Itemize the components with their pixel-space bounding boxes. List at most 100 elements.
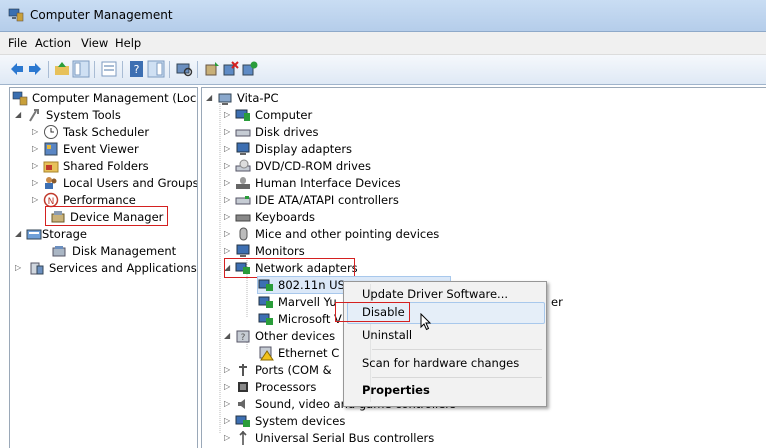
- expand-arrow-icon[interactable]: ▷: [224, 399, 232, 408]
- expand-arrow-icon[interactable]: ▷: [32, 195, 40, 204]
- tree-label: Marvell Yu: [278, 295, 337, 309]
- uninstall-icon[interactable]: [222, 60, 240, 78]
- services-icon: [30, 262, 44, 275]
- event-viewer-icon: [44, 142, 58, 156]
- menu-file[interactable]: File: [8, 36, 27, 50]
- mouse-icon: [239, 227, 248, 241]
- tree-label: Local Users and Groups: [63, 176, 198, 190]
- tree-label: Processors: [255, 380, 317, 394]
- expand-arrow-icon[interactable]: ▷: [224, 178, 232, 187]
- tree-label: Computer Management (Local: [32, 91, 198, 105]
- tree-label: Disk Management: [72, 244, 177, 258]
- tree-label: System Tools: [46, 108, 121, 122]
- system-tools-icon: [29, 109, 39, 122]
- collapse-arrow-icon[interactable]: ◢: [206, 93, 214, 102]
- up-icon[interactable]: [53, 60, 71, 78]
- tree-label: Task Scheduler: [63, 125, 150, 139]
- enable-icon[interactable]: [241, 60, 259, 78]
- collapse-arrow-icon[interactable]: ◢: [15, 229, 23, 238]
- computer-icon: [235, 109, 250, 121]
- window-title: Computer Management: [30, 8, 173, 22]
- expand-arrow-icon[interactable]: ▷: [224, 246, 232, 255]
- ide-controller-icon: [235, 196, 251, 205]
- expand-arrow-icon[interactable]: ▷: [15, 263, 23, 272]
- system-device-icon: [235, 415, 250, 427]
- tree-label: Monitors: [255, 244, 305, 258]
- dvd-drive-icon: [235, 159, 251, 172]
- context-menu: Update Driver Software... Disable Uninst…: [343, 281, 547, 407]
- expand-arrow-icon[interactable]: ▷: [224, 195, 232, 204]
- collapse-arrow-icon[interactable]: ◢: [15, 110, 23, 119]
- expand-arrow-icon[interactable]: ▷: [224, 212, 232, 221]
- expand-arrow-icon[interactable]: ▷: [224, 229, 232, 238]
- expand-arrow-icon[interactable]: ▷: [32, 144, 40, 153]
- network-adapter-icon: [258, 279, 273, 291]
- network-adapter-icon: [258, 296, 273, 308]
- computer-icon: [218, 93, 232, 105]
- tree-label: Microsoft V: [278, 312, 342, 326]
- storage-icon: [26, 229, 42, 240]
- show-hide-tree-icon[interactable]: [72, 60, 90, 78]
- show-hide-action-pane-icon[interactable]: [147, 60, 165, 78]
- toolbar: ?: [0, 55, 766, 85]
- title-bar: Computer Management: [0, 0, 766, 32]
- tree-label: Vita-PC: [237, 91, 279, 105]
- menu-view[interactable]: View: [81, 36, 108, 50]
- tree-label: Ports (COM &: [255, 363, 332, 377]
- tree-label: Human Interface Devices: [255, 176, 401, 190]
- expand-arrow-icon[interactable]: ▷: [32, 161, 40, 170]
- tree-label: Event Viewer: [63, 142, 139, 156]
- expand-arrow-icon[interactable]: ▷: [224, 365, 232, 374]
- speaker-icon: [238, 399, 245, 409]
- back-icon[interactable]: [8, 60, 26, 78]
- clock-icon: [44, 125, 58, 139]
- svg-text:?: ?: [134, 63, 140, 76]
- tree-label: Mice and other pointing devices: [255, 227, 440, 241]
- tree-label: Ethernet C: [278, 346, 340, 360]
- port-icon: [239, 364, 247, 376]
- tree-label: Services and Applications: [49, 261, 197, 275]
- menu-help[interactable]: Help: [115, 36, 141, 50]
- keyboard-icon: [235, 214, 251, 222]
- expand-arrow-icon[interactable]: ▷: [224, 416, 232, 425]
- tree-label-tail: er: [551, 295, 563, 309]
- menu-item-scan-hardware[interactable]: Scan for hardware changes: [362, 356, 519, 370]
- tree-label: DVD/CD-ROM drives: [255, 159, 371, 173]
- computer-management-icon: [8, 8, 24, 22]
- shared-folder-icon: [43, 161, 59, 173]
- expand-arrow-icon[interactable]: ▷: [32, 127, 40, 136]
- processor-icon: [238, 382, 248, 392]
- menu-item-uninstall[interactable]: Uninstall: [362, 328, 412, 342]
- usb-icon: [239, 430, 247, 445]
- expand-arrow-icon[interactable]: ▷: [224, 144, 232, 153]
- update-driver-icon[interactable]: [203, 60, 221, 78]
- tree-label: Display adapters: [255, 142, 353, 156]
- mouse-cursor-icon: [420, 313, 432, 331]
- expand-arrow-icon[interactable]: ▷: [224, 433, 232, 442]
- display-adapter-icon: [236, 142, 250, 155]
- expand-arrow-icon[interactable]: ▷: [32, 178, 40, 187]
- expand-arrow-icon[interactable]: ▷: [224, 110, 232, 119]
- computer-management-icon: [12, 91, 28, 106]
- tree-label: Disk drives: [255, 125, 319, 139]
- forward-icon[interactable]: [26, 60, 44, 78]
- help-icon[interactable]: ?: [128, 60, 146, 78]
- menu-item-properties[interactable]: Properties: [362, 383, 430, 397]
- tree-label: Shared Folders: [63, 159, 149, 173]
- expand-arrow-icon[interactable]: ▷: [224, 127, 232, 136]
- collapse-arrow-icon[interactable]: ◢: [224, 331, 232, 340]
- tree-label: Storage: [42, 227, 87, 241]
- expand-arrow-icon[interactable]: ▷: [224, 382, 232, 391]
- navigation-tree-pane[interactable]: Computer Management (Local ◢ System Tool…: [9, 87, 198, 448]
- monitor-icon: [236, 244, 250, 257]
- menu-separator: [372, 377, 542, 378]
- menu-item-update-driver[interactable]: Update Driver Software...: [362, 287, 508, 301]
- menu-separator: [372, 349, 542, 350]
- disk-management-icon: [52, 246, 66, 257]
- view-icon[interactable]: [100, 60, 118, 78]
- network-adapters-highlight: [224, 258, 355, 278]
- scan-icon[interactable]: [175, 60, 193, 78]
- expand-arrow-icon[interactable]: ▷: [224, 161, 232, 170]
- menu-action[interactable]: Action: [35, 36, 71, 50]
- tree-label: System devices: [255, 414, 346, 428]
